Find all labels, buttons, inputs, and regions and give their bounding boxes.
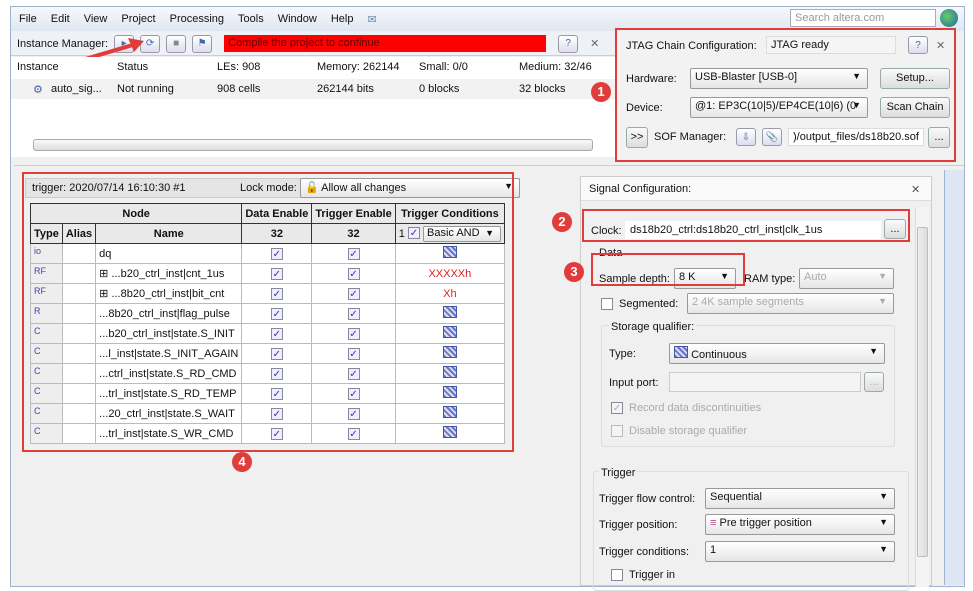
instance-memory: 262144 bits — [317, 83, 374, 95]
annotation-badge-4: 4 — [232, 452, 252, 472]
storage-qualifier-label: Storage qualifier: — [609, 321, 697, 333]
window-edge — [944, 170, 964, 585]
segments-select[interactable]: 2 4K sample segments ▼ — [687, 293, 894, 314]
ram-type-label: RAM type: — [744, 273, 796, 285]
status-message: Compile the project to continue — [224, 35, 547, 52]
col-medium: Medium: 32/46 — [519, 61, 592, 73]
horizontal-scrollbar[interactable] — [33, 139, 593, 151]
instance-medium: 32 blocks — [519, 83, 566, 95]
col-status: Status — [117, 61, 149, 73]
type-label: Type: — [609, 348, 636, 360]
annotation-badge-2: 2 — [552, 212, 572, 232]
trigger-conditions-select[interactable]: 1 ▼ — [705, 541, 895, 562]
trigger-in-checkbox[interactable] — [611, 569, 623, 581]
instance-status: Not running — [117, 83, 174, 95]
annotation-badge-1: 1 — [591, 82, 611, 102]
instance-list: Instance Status LEs: 908 Memory: 262144 … — [11, 57, 617, 157]
trigger-conditions-label: Trigger conditions: — [599, 546, 690, 558]
instance-name: auto_sig... — [51, 83, 102, 95]
menu-file[interactable]: File — [19, 13, 37, 25]
trigger-flow-select[interactable]: Sequential ▼ — [705, 488, 895, 509]
record-discontinuities-label: Record data discontinuities — [629, 402, 762, 414]
menu-project[interactable]: Project — [121, 13, 155, 25]
segmented-checkbox[interactable] — [601, 298, 613, 310]
read-data-button[interactable]: ⚑ — [192, 34, 213, 53]
col-memory: Memory: 262144 — [317, 61, 400, 73]
search-input[interactable]: Search altera.com — [790, 9, 936, 27]
instance-icon: ⚙ — [33, 84, 43, 96]
col-small: Small: 0/0 — [419, 61, 468, 73]
input-port-input[interactable] — [669, 372, 861, 392]
close-icon[interactable]: ✕ — [911, 183, 920, 196]
globe-icon[interactable] — [940, 9, 958, 27]
annotation-box-3 — [591, 253, 745, 286]
menu-help[interactable]: Help — [331, 13, 354, 25]
input-port-label: Input port: — [609, 377, 659, 389]
annotation-box-1 — [615, 28, 956, 162]
annotation-badge-3: 3 — [564, 262, 584, 282]
segmented-label: Segmented: — [619, 298, 679, 310]
ram-type-select[interactable]: Auto ▼ — [799, 268, 894, 289]
annotation-box-2 — [582, 209, 910, 242]
pre-trigger-icon: ≡ — [710, 517, 717, 529]
disable-storage-label: Disable storage qualifier — [629, 425, 748, 437]
trigger-group-label: Trigger — [599, 467, 638, 479]
trigger-in-label: Trigger in — [629, 569, 676, 581]
input-port-browse-button[interactable]: ... — [864, 372, 884, 392]
trigger-position-label: Trigger position: — [599, 519, 678, 531]
scrollbar-thumb[interactable] — [917, 227, 928, 557]
close-icon[interactable]: ✕ — [590, 37, 599, 50]
instance-les: 908 cells — [217, 83, 261, 95]
instance-small: 0 blocks — [419, 83, 460, 95]
help-icon[interactable]: ? — [558, 34, 579, 53]
trigger-flow-label: Trigger flow control: — [599, 493, 696, 505]
signal-config-title: Signal Configuration: — [589, 183, 692, 195]
storage-type-select[interactable]: Continuous ▼ — [669, 343, 885, 364]
col-instance: Instance — [17, 61, 59, 73]
feedback-icon[interactable]: ✉ — [367, 13, 376, 26]
menu-view[interactable]: View — [84, 13, 108, 25]
vertical-scrollbar[interactable] — [915, 207, 929, 587]
menu-edit[interactable]: Edit — [51, 13, 70, 25]
trigger-position-select[interactable]: ≡ Pre trigger position ▼ — [705, 514, 895, 535]
disable-storage-checkbox[interactable] — [611, 425, 623, 437]
stop-analysis-button[interactable]: ■ — [166, 34, 187, 53]
instance-row[interactable]: ⚙ auto_sig... Not running 908 cells 2621… — [11, 79, 617, 99]
menu-window[interactable]: Window — [278, 13, 317, 25]
record-discontinuities-checkbox[interactable]: ✓ — [611, 402, 623, 414]
annotation-box-4 — [22, 172, 514, 452]
continuous-icon — [674, 346, 688, 358]
menu-tools[interactable]: Tools — [238, 13, 264, 25]
col-les: LEs: 908 — [217, 61, 261, 73]
menu-processing[interactable]: Processing — [170, 13, 224, 25]
